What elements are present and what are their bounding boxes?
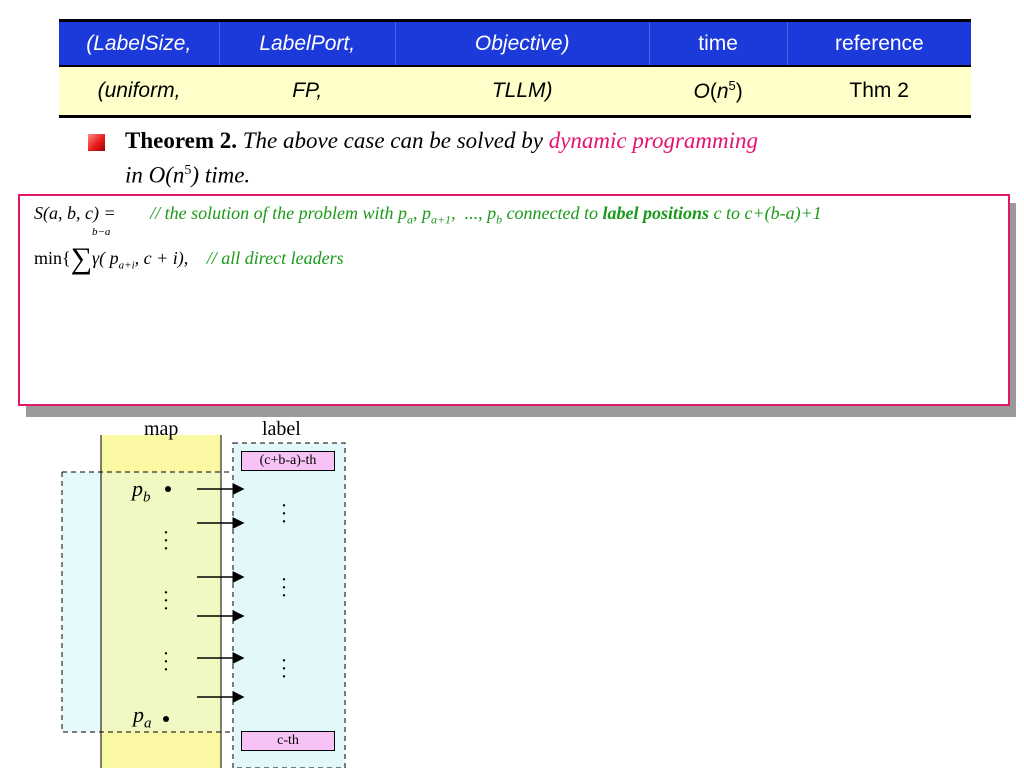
vertical-ellipsis-icon: · · · <box>162 522 170 560</box>
vertical-ellipsis-icon: · · · <box>280 650 288 688</box>
vertical-ellipsis-icon: · · · <box>280 569 288 607</box>
bottom-label-tag: c-th <box>241 731 335 751</box>
point-pa-label: pa <box>133 702 152 732</box>
vertical-ellipsis-icon: · · · <box>162 582 170 620</box>
label-heading: label <box>262 418 301 440</box>
map-heading: map <box>144 418 179 440</box>
vertical-ellipsis-icon: · · · <box>162 643 170 681</box>
point-pb-label: pb <box>132 476 151 506</box>
vertical-ellipsis-icon: · · · <box>280 495 288 533</box>
diagram-graphics <box>61 435 346 768</box>
top-label-tag: (c+b-a)-th <box>241 451 335 471</box>
